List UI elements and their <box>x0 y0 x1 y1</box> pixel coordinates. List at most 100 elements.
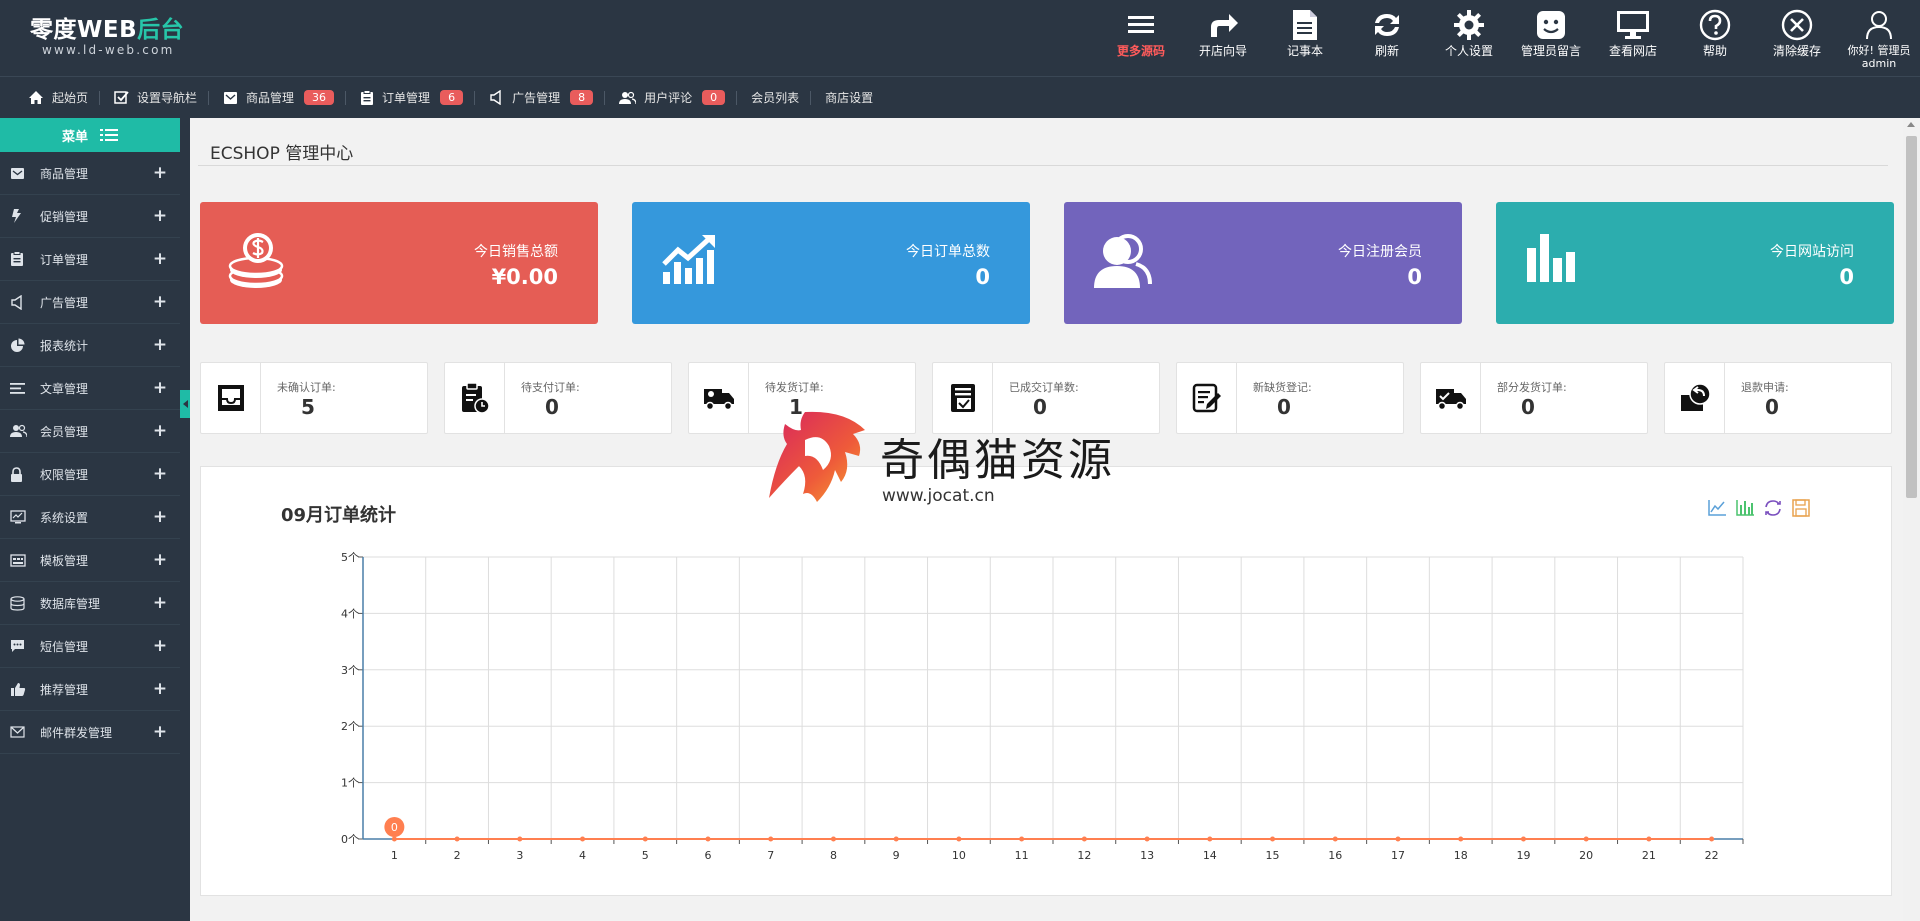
expand-plus-icon[interactable]: + <box>140 421 180 441</box>
stat-card-orders[interactable]: 今日订单总数 0 <box>632 202 1030 324</box>
order-stat-value: 1 <box>789 395 803 419</box>
sidebar-item-recommend[interactable]: 推荐管理 + <box>0 668 180 711</box>
expand-plus-icon[interactable]: + <box>140 378 180 398</box>
sidebar-item-orders[interactable]: 订单管理 + <box>0 238 180 281</box>
quick-nav-set-navbar[interactable]: 设置导航栏 <box>114 77 210 119</box>
envelope-icon <box>10 726 30 738</box>
inbox-icon <box>201 363 261 433</box>
sidebar-item-label: 权限管理 <box>40 467 89 482</box>
quick-nav-orders[interactable]: 订单管理 6 <box>360 77 476 119</box>
x-tick-label: 14 <box>1203 849 1217 862</box>
y-tick-label: 3个 <box>341 664 359 677</box>
order-stat-partial-shipped[interactable]: 部分发货订单: 0 <box>1420 362 1648 434</box>
expand-plus-icon[interactable]: + <box>140 464 180 484</box>
data-point <box>1520 836 1526 842</box>
expand-plus-icon[interactable]: + <box>140 722 180 742</box>
order-stat-label: 部分发货订单: <box>1497 381 1567 394</box>
top-nav-admin-message[interactable]: 管理员留言 <box>1510 0 1592 76</box>
checkbox-icon <box>114 90 129 105</box>
order-stat-stockout[interactable]: 新缺货登记: 0 <box>1176 362 1404 434</box>
users-icon <box>619 91 637 105</box>
quick-nav-member-list[interactable]: 会员列表 <box>751 77 812 119</box>
scroll-up-arrow[interactable] <box>1907 122 1915 127</box>
expand-plus-icon[interactable]: + <box>140 550 180 570</box>
data-point <box>1081 836 1087 842</box>
quick-nav-comments[interactable]: 用户评论 0 <box>619 77 738 119</box>
home-icon <box>28 90 44 105</box>
vertical-scrollbar[interactable] <box>1903 118 1920 921</box>
sidebar-item-label: 推荐管理 <box>40 682 89 697</box>
sidebar-item-templates[interactable]: 模板管理 + <box>0 539 180 582</box>
sidebar-menu-header[interactable]: 菜单 <box>0 118 180 152</box>
sidebar-item-sms[interactable]: 短信管理 + <box>0 625 180 668</box>
quick-nav-goods[interactable]: 商品管理 36 <box>223 77 347 119</box>
mail-icon <box>10 167 30 180</box>
top-nav-more-source[interactable]: 更多源码 <box>1100 0 1182 76</box>
top-nav-profile-settings[interactable]: 个人设置 <box>1428 0 1510 76</box>
top-nav-notepad[interactable]: 记事本 <box>1264 0 1346 76</box>
expand-plus-icon[interactable]: + <box>140 206 180 226</box>
x-tick-label: 9 <box>893 849 900 862</box>
truck-partial-icon <box>1421 363 1481 433</box>
quick-nav-home[interactable]: 起始页 <box>28 77 101 119</box>
quick-nav-label: 商店设置 <box>825 91 874 105</box>
sidebar-item-ads[interactable]: 广告管理 + <box>0 281 180 324</box>
article-icon <box>10 382 30 395</box>
expand-plus-icon[interactable]: + <box>140 679 180 699</box>
invoice-check-icon <box>933 363 993 433</box>
sidebar-item-label: 邮件群发管理 <box>40 725 113 740</box>
expand-plus-icon[interactable]: + <box>140 335 180 355</box>
sidebar-item-system-settings[interactable]: 系统设置 + <box>0 496 180 539</box>
sidebar-item-permissions[interactable]: 权限管理 + <box>0 453 180 496</box>
x-tick-label: 19 <box>1516 849 1530 862</box>
expand-plus-icon[interactable]: + <box>140 249 180 269</box>
logo[interactable]: 零度WEB后台 www.ld-web.com <box>30 17 184 57</box>
x-tick-label: 21 <box>1642 849 1656 862</box>
order-stat-refund[interactable]: 退款申请: 0 <box>1664 362 1892 434</box>
sidebar-title: 菜单 <box>61 129 88 145</box>
sidebar-item-members[interactable]: 会员管理 + <box>0 410 180 453</box>
stat-card-sales[interactable]: 今日销售总额 ¥0.00 <box>200 202 598 324</box>
order-stat-completed[interactable]: 已成交订单数: 0 <box>932 362 1160 434</box>
clipboard-icon <box>10 251 30 267</box>
data-point <box>1646 836 1652 842</box>
order-stat-label: 已成交订单数: <box>1009 381 1079 394</box>
stat-label: 今日网站访问 <box>1770 244 1854 260</box>
expand-plus-icon[interactable]: + <box>140 507 180 527</box>
stat-value: 0 <box>975 265 990 289</box>
top-nav-view-store[interactable]: 查看网店 <box>1592 0 1674 76</box>
top-nav-help[interactable]: 帮助 <box>1674 0 1756 76</box>
order-stat-to-ship[interactable]: 待发货订单: 1 <box>688 362 916 434</box>
menu-icon <box>1128 16 1154 33</box>
sidebar-item-mass-mail[interactable]: 邮件群发管理 + <box>0 711 180 754</box>
expand-plus-icon[interactable]: + <box>140 593 180 613</box>
sidebar-item-reports[interactable]: 报表统计 + <box>0 324 180 367</box>
sidebar-item-promotion[interactable]: 促销管理 + <box>0 195 180 238</box>
stat-card-members[interactable]: 今日注册会员 0 <box>1064 202 1462 324</box>
quick-nav-ads[interactable]: 广告管理 8 <box>489 77 606 119</box>
top-nav-label: 管理员留言 <box>1520 44 1581 58</box>
order-stat-unpaid[interactable]: 待支付订单: 0 <box>444 362 672 434</box>
top-nav-user[interactable]: 你好! 管理员 admin <box>1838 0 1920 76</box>
top-nav-shop-wizard[interactable]: 开店向导 <box>1182 0 1264 76</box>
sidebar-item-goods[interactable]: 商品管理 + <box>0 152 180 195</box>
sidebar-item-articles[interactable]: 文章管理 + <box>0 367 180 410</box>
sidebar-item-database[interactable]: 数据库管理 + <box>0 582 180 625</box>
flash-icon <box>10 208 30 224</box>
stat-value: 0 <box>1839 265 1854 289</box>
sidebar-collapse-toggle[interactable] <box>180 390 190 418</box>
data-point <box>1332 836 1338 842</box>
expand-plus-icon[interactable]: + <box>140 163 180 183</box>
order-stat-value: 0 <box>1033 395 1047 419</box>
x-tick-label: 18 <box>1454 849 1468 862</box>
quick-nav-store-settings[interactable]: 商店设置 <box>825 77 885 119</box>
stat-card-visits[interactable]: 今日网站访问 0 <box>1496 202 1894 324</box>
expand-plus-icon[interactable]: + <box>140 292 180 312</box>
order-stat-label: 待支付订单: <box>521 381 580 394</box>
order-stat-unconfirmed[interactable]: 未确认订单: 5 <box>200 362 428 434</box>
scrollbar-thumb[interactable] <box>1906 136 1917 498</box>
expand-plus-icon[interactable]: + <box>140 636 180 656</box>
top-nav-refresh[interactable]: 刷新 <box>1346 0 1428 76</box>
top-bar: 零度WEB后台 www.ld-web.com 更多源码 开店向导 记事本 刷新 … <box>0 0 1920 76</box>
top-nav-clear-cache[interactable]: 清除缓存 <box>1756 0 1838 76</box>
